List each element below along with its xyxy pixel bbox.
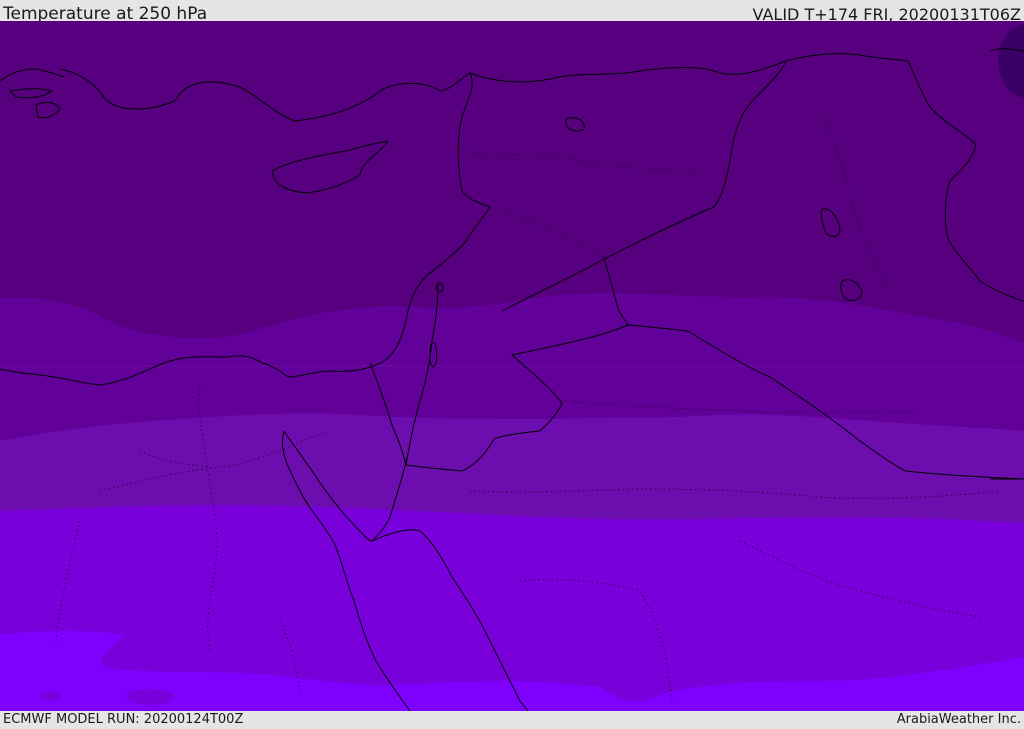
footer-bar: ECMWF MODEL RUN: 20200124T00Z ArabiaWeat… xyxy=(0,711,1024,729)
temperature-map-svg xyxy=(0,21,1024,711)
temp-patch-small xyxy=(40,691,60,701)
model-run-label: ECMWF MODEL RUN: 20200124T00Z xyxy=(3,712,244,727)
credit-label: ArabiaWeather Inc. xyxy=(896,712,1021,727)
temp-patch xyxy=(126,689,174,705)
weather-map[interactable] xyxy=(0,21,1024,711)
header-bar: Temperature at 250 hPa VALID T+174 FRI, … xyxy=(0,0,1024,24)
